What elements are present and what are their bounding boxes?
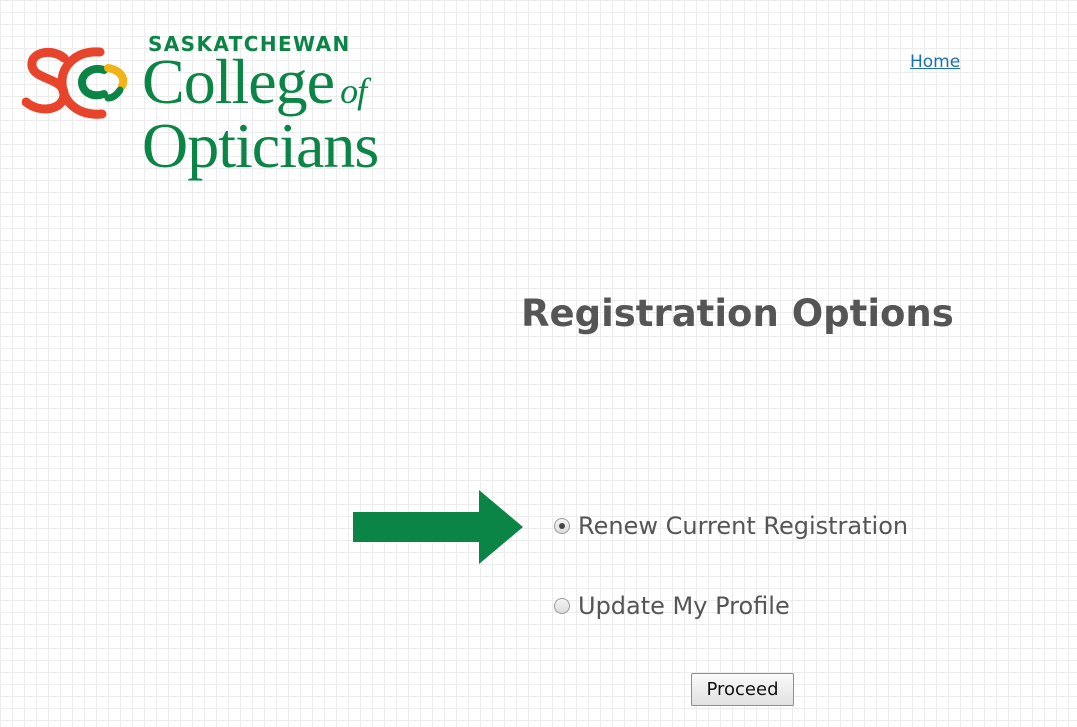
proceed-button[interactable]: Proceed	[691, 673, 794, 706]
radio-update-profile[interactable]	[554, 598, 570, 614]
page-title: Registration Options	[521, 292, 954, 335]
option-renew-registration[interactable]: Renew Current Registration	[554, 512, 908, 540]
option-update-profile[interactable]: Update My Profile	[554, 592, 790, 620]
arrow-right-icon	[353, 490, 523, 564]
logo-word-of: of	[340, 71, 367, 111]
home-link[interactable]: Home	[910, 52, 960, 72]
option-renew-label: Renew Current Registration	[578, 512, 909, 540]
option-update-label: Update My Profile	[578, 592, 790, 620]
logo-word-college: College	[142, 46, 335, 117]
sco-logo-mark-icon	[22, 47, 128, 119]
radio-renew-registration[interactable]	[554, 518, 570, 534]
logo-word-opticians: Opticians	[142, 110, 379, 181]
college-logo: SASKATCHEWAN College of Opticians	[22, 30, 402, 185]
